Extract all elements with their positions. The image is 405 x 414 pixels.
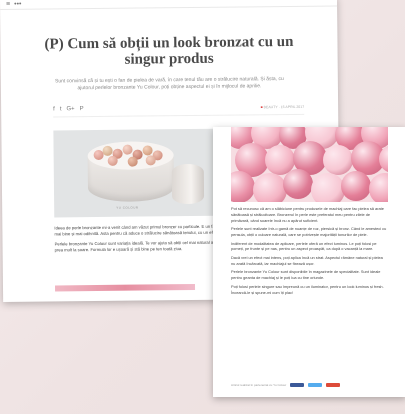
pink-pearl: [341, 171, 371, 201]
more-icon[interactable]: •••: [14, 1, 21, 8]
pink-pearl: [323, 145, 353, 175]
facebook-share-button[interactable]: [290, 383, 305, 387]
article-title: (P) Cum să obții un look bronzat cu un s…: [44, 33, 294, 68]
pearls-closeup-photo: [231, 127, 388, 202]
paragraph: Perlele bronzante Yu Colour sunt disponi…: [231, 269, 381, 281]
article-date: BEAUTY · 15 APRIL 2017: [263, 104, 305, 110]
pink-pearl: [253, 173, 287, 202]
pink-pearl: [369, 173, 388, 202]
article-page-front: Pot să recunosc că am o slăbiciune pentr…: [213, 127, 405, 397]
paragraph: Perlele sunt realizate într-o gamă de nu…: [231, 226, 387, 237]
twitter-share-button[interactable]: [308, 383, 323, 387]
pink-pearl: [311, 173, 345, 202]
footer-text: Articol realizat în parteneriat cu Yu Co…: [231, 383, 287, 387]
article-body-continued: Pot să recunosc că am o slăbiciune pentr…: [231, 206, 388, 298]
pinterest-share-icon[interactable]: P: [80, 106, 84, 112]
paragraph: Dacă vrei un efect mai intens, poți apli…: [231, 254, 383, 266]
google-share-button[interactable]: [326, 383, 341, 387]
twitter-share-icon[interactable]: t: [60, 106, 62, 112]
divider: [53, 113, 305, 118]
top-navigation-bar: ≡ •••: [0, 0, 338, 10]
next-image-preview: [54, 283, 196, 292]
paragraph: Poți folosi perlele singure sau împreună…: [231, 283, 384, 295]
facebook-share-icon[interactable]: f: [53, 106, 55, 112]
article-meta: ■ BEAUTY · 15 APRIL 2017: [261, 105, 305, 109]
google-plus-share-icon[interactable]: G+: [66, 106, 74, 112]
tin-lid: [171, 163, 205, 205]
product-photo: YU COLOUR: [53, 128, 217, 218]
share-and-meta-row: f t G+ P ■ BEAUTY · 15 APRIL 2017: [53, 103, 304, 114]
paragraph: Indiferent de modalitatea de aplicare, p…: [231, 240, 377, 252]
menu-icon[interactable]: ≡: [6, 1, 10, 8]
paragraph: Pot să recunosc că am o slăbiciune pentr…: [231, 206, 384, 223]
product-brand-label: YU COLOUR: [116, 205, 139, 210]
share-buttons: f t G+ P: [53, 106, 84, 112]
article-footer: Articol realizat în parteneriat cu Yu Co…: [231, 383, 388, 387]
article-subtitle: Sunt convinsă că și tu ești o fan de pie…: [54, 76, 284, 92]
category-marker: ■: [260, 105, 263, 110]
pink-pearl: [283, 169, 313, 199]
